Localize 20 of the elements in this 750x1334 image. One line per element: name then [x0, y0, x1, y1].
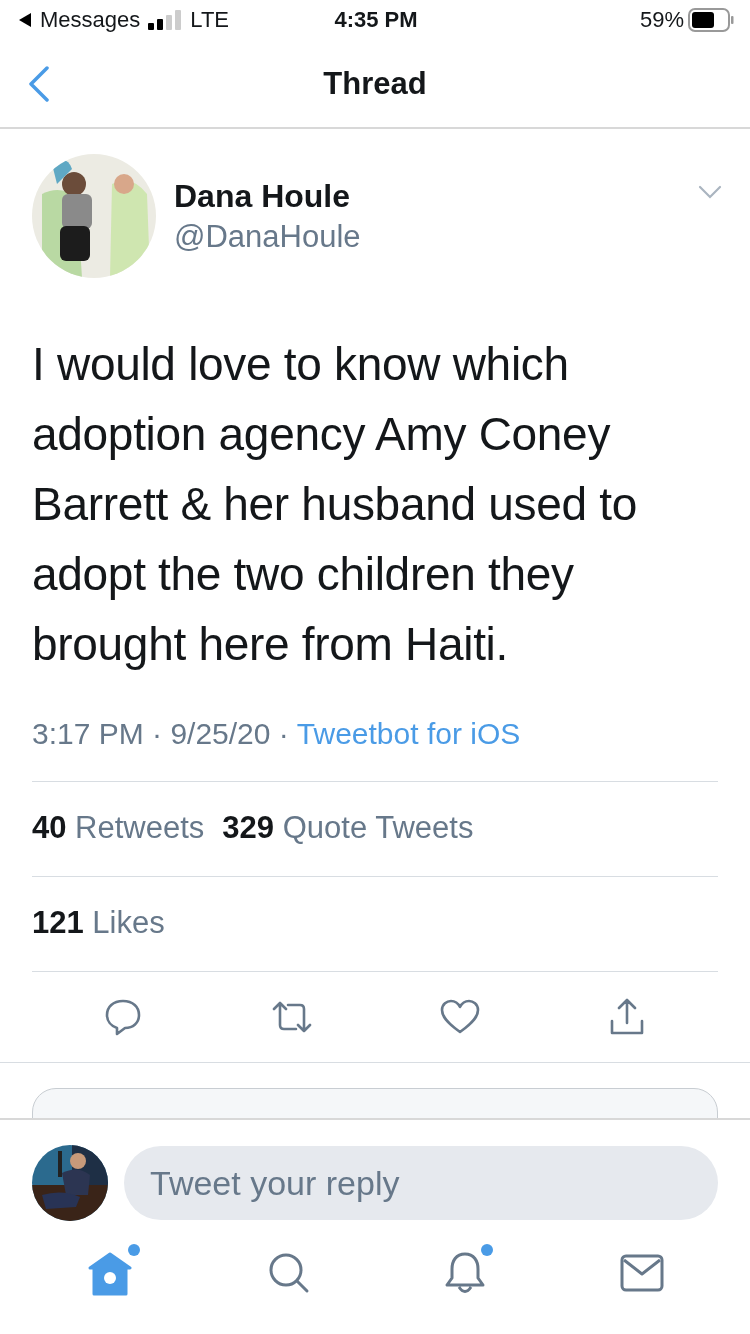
likes-count[interactable]: 121 Likes: [32, 905, 165, 941]
tweet-timestamp: 3:17 PM · 9/25/20 ·: [32, 717, 289, 751]
heart-icon[interactable]: [440, 999, 481, 1035]
stat-count[interactable]: 40 Retweets: [32, 810, 205, 846]
stat-count[interactable]: 329 Quote Tweets: [222, 810, 474, 846]
author-name: Dana Houle: [174, 177, 352, 215]
mail-icon[interactable]: [619, 1254, 664, 1292]
back-chevron-icon[interactable]: [28, 66, 50, 102]
reply-input-field[interactable]: Tweet your reply: [124, 1146, 718, 1220]
battery-percentage: 59%: [639, 7, 684, 33]
signal-icon: [148, 10, 183, 30]
search-icon[interactable]: [266, 1251, 311, 1295]
back-to-app-label[interactable]: Messages: [40, 7, 141, 33]
back-arrow-icon[interactable]: [18, 12, 32, 28]
battery-icon: [688, 8, 734, 32]
clock: 4:35 PM: [334, 7, 418, 33]
tweet-text: I would love to know which adoption agency Amy Coney Barrett & her husband used to adopt the two children they brought here from Haiti.: [32, 337, 639, 672]
author-handle: @DanaHoule: [174, 218, 362, 255]
network-label: LTE: [190, 7, 229, 33]
screen-title: Thread: [323, 65, 427, 102]
